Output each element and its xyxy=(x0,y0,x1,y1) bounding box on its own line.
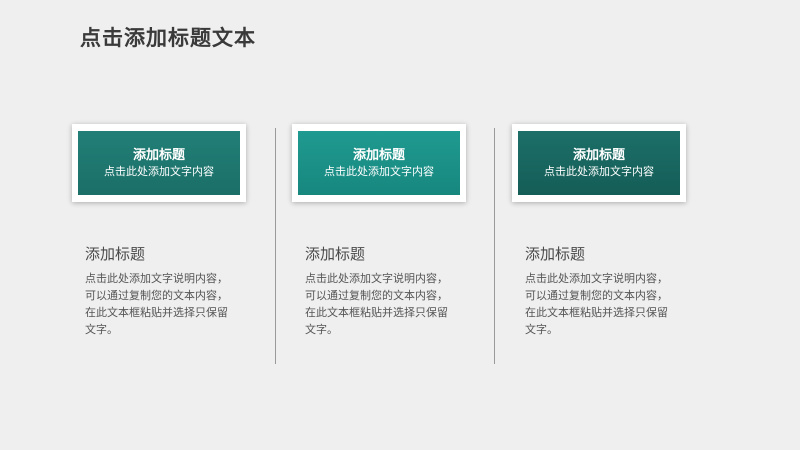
section-heading-3[interactable]: 添加标题 xyxy=(525,243,585,264)
slide: 点击添加标题文本 添加标题 点击此处添加文字内容 添加标题 点击此处添加文字说明… xyxy=(0,0,800,450)
title-card-1-fill: 添加标题 点击此处添加文字内容 xyxy=(78,131,240,195)
section-body-1[interactable]: 点击此处添加文字说明内容，可以通过复制您的文本内容，在此文本框粘贴并选择只保留文… xyxy=(85,270,237,338)
card-subtitle-3: 点击此处添加文字内容 xyxy=(544,164,654,178)
column-divider-1 xyxy=(275,128,276,364)
section-body-2[interactable]: 点击此处添加文字说明内容，可以通过复制您的文本内容，在此文本框粘贴并选择只保留文… xyxy=(305,270,457,338)
section-heading-2[interactable]: 添加标题 xyxy=(305,243,365,264)
title-card-3-fill: 添加标题 点击此处添加文字内容 xyxy=(518,131,680,195)
card-subtitle-2: 点击此处添加文字内容 xyxy=(324,164,434,178)
card-subtitle-1: 点击此处添加文字内容 xyxy=(104,164,214,178)
card-title-1: 添加标题 xyxy=(132,147,185,163)
section-heading-1[interactable]: 添加标题 xyxy=(85,243,145,264)
title-card-3[interactable]: 添加标题 点击此处添加文字内容 xyxy=(512,124,686,202)
title-card-2[interactable]: 添加标题 点击此处添加文字内容 xyxy=(292,124,466,202)
section-body-3[interactable]: 点击此处添加文字说明内容，可以通过复制您的文本内容，在此文本框粘贴并选择只保留文… xyxy=(525,270,677,338)
card-title-3: 添加标题 xyxy=(572,147,625,163)
title-card-2-fill: 添加标题 点击此处添加文字内容 xyxy=(298,131,460,195)
card-title-2: 添加标题 xyxy=(352,147,405,163)
title-card-1[interactable]: 添加标题 点击此处添加文字内容 xyxy=(72,124,246,202)
page-title: 点击添加标题文本 xyxy=(80,26,256,50)
column-divider-2 xyxy=(494,128,495,364)
